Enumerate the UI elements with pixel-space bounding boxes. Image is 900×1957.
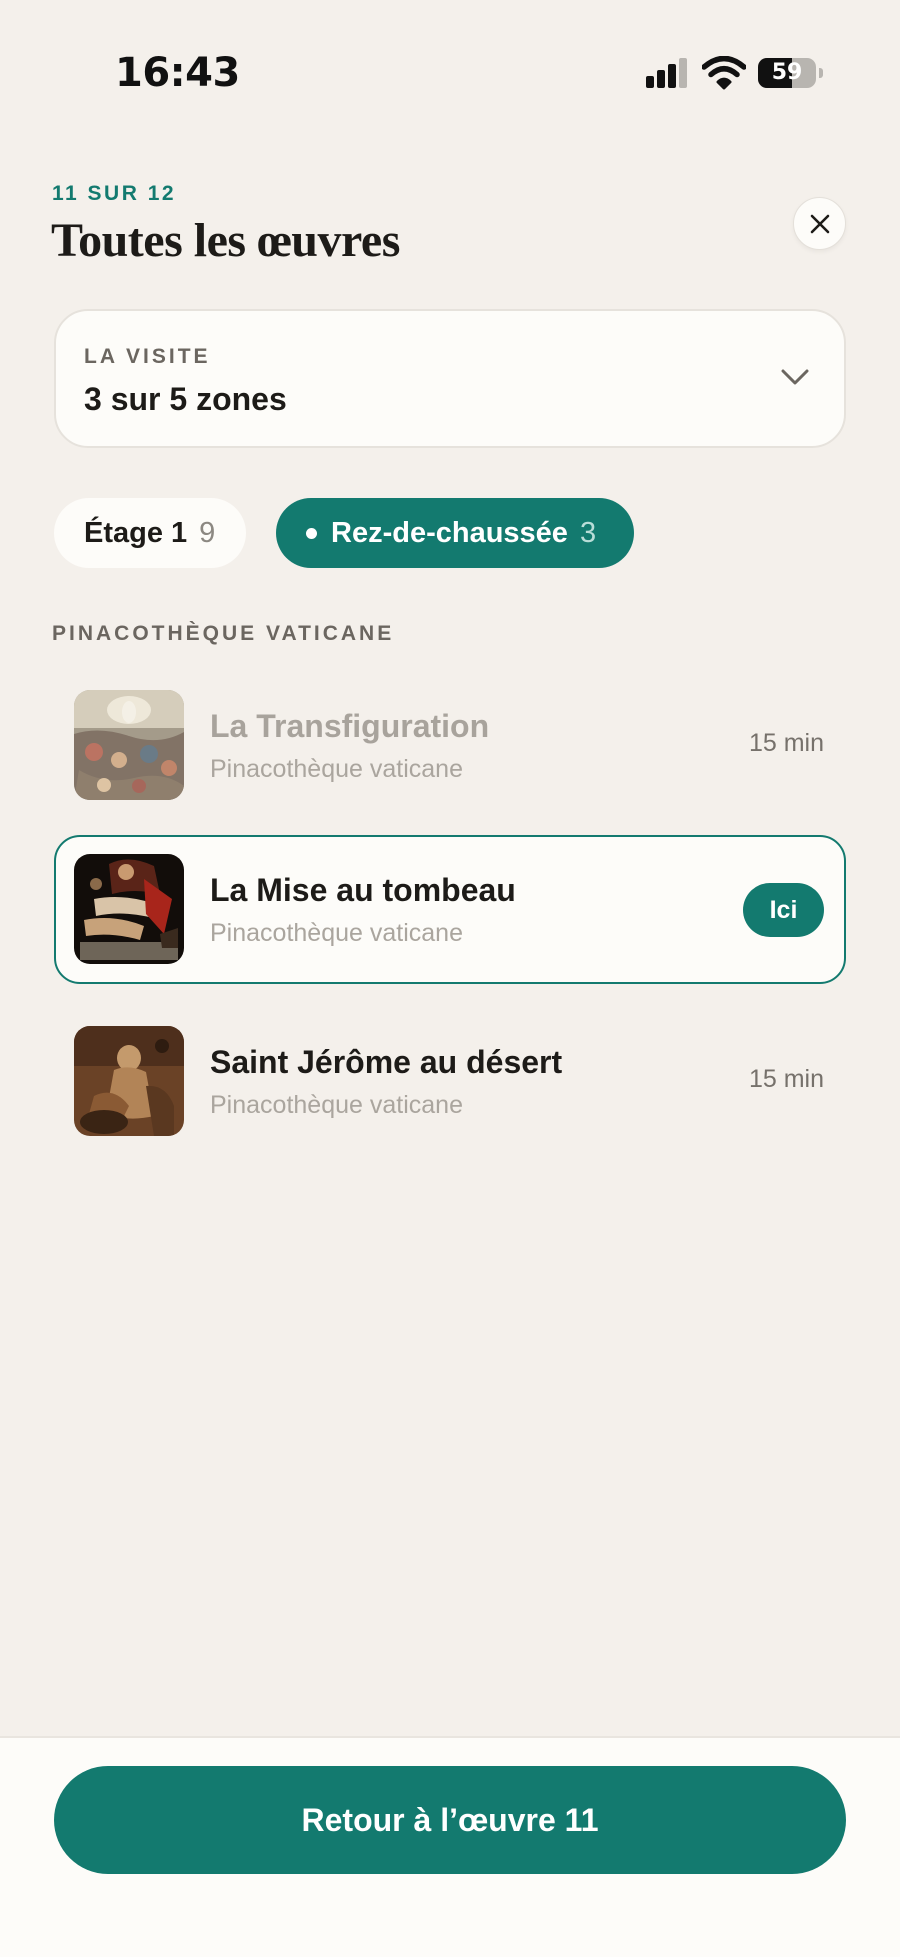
artwork-location: Pinacothèque vaticane	[210, 919, 463, 947]
artwork-thumbnail	[74, 854, 184, 964]
bottom-bar: Retour à l’œuvre 11	[0, 1736, 900, 1957]
section-title: PINACOTHÈQUE VATICANE	[52, 622, 395, 645]
status-bar: 16:43 59	[0, 0, 900, 150]
close-icon	[810, 214, 829, 233]
artwork-title: La Mise au tombeau	[210, 872, 516, 908]
signal-icon	[644, 58, 688, 88]
artwork-item-mise-au-tombeau[interactable]: La Mise au tombeau Pinacothèque vaticane…	[54, 835, 846, 984]
selected-dot-icon	[306, 527, 317, 539]
chevron-down-icon	[781, 369, 809, 385]
battery-percent: 59	[771, 60, 803, 85]
floor-chip-rez-de-chaussee[interactable]: Rez-de-chaussée 3	[276, 498, 634, 568]
page-title: Toutes les œuvres	[51, 214, 400, 267]
floor-chip-count: 9	[199, 516, 216, 549]
current-location-badge: Ici	[743, 883, 824, 937]
battery-icon: 59	[758, 58, 824, 88]
floor-chip-label: Rez-de-chaussée	[331, 516, 568, 549]
visit-label: LA VISITE	[84, 345, 211, 368]
artwork-title: Saint Jérôme au désert	[210, 1044, 563, 1080]
artwork-duration: 15 min	[748, 1065, 824, 1093]
artwork-item-saint-jerome[interactable]: Saint Jérôme au désert Pinacothèque vati…	[54, 1007, 846, 1156]
artwork-title: La Transfiguration	[210, 708, 490, 744]
floor-chip-etage-1[interactable]: Étage 1 9	[54, 498, 246, 568]
artwork-counter: 11 SUR 12	[52, 182, 177, 205]
artwork-thumbnail	[74, 690, 184, 800]
artwork-thumbnail	[74, 1026, 184, 1136]
artwork-location: Pinacothèque vaticane	[210, 1091, 463, 1119]
visit-progress-value: 3 sur 5 zones	[84, 381, 287, 417]
wifi-icon	[702, 56, 746, 90]
artwork-item-transfiguration[interactable]: La Transfiguration Pinacothèque vaticane…	[54, 671, 846, 820]
back-to-artwork-button[interactable]: Retour à l’œuvre 11	[54, 1766, 846, 1874]
floor-chip-label: Étage 1	[84, 516, 188, 549]
close-button[interactable]	[793, 197, 846, 250]
status-time: 16:43	[115, 50, 240, 96]
floor-chip-count: 3	[579, 516, 597, 549]
artwork-location: Pinacothèque vaticane	[210, 755, 463, 783]
artwork-duration: 15 min	[748, 729, 824, 757]
visit-progress-dropdown[interactable]: LA VISITE 3 sur 5 zones	[54, 309, 846, 448]
